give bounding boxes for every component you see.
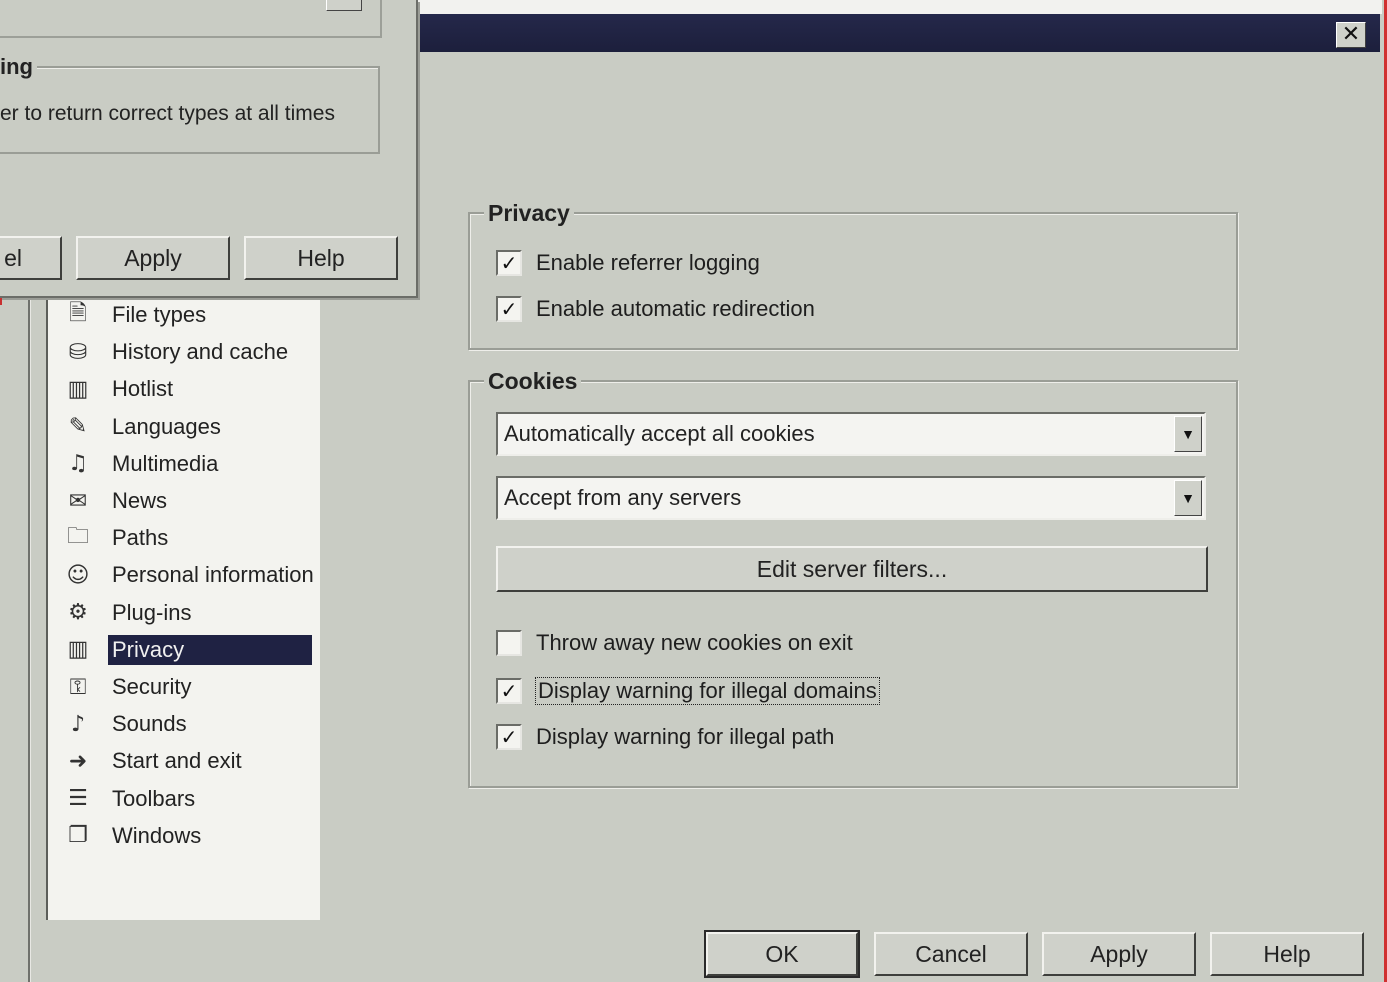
background-group-text: er to return correct types at all times: [0, 102, 335, 125]
throw-away-cookies-label[interactable]: Throw away new cookies on exit: [536, 630, 853, 656]
category-label: News: [112, 488, 168, 513]
privacy-group: Privacy ✓ Enable referrer logging ✓ Enab…: [468, 200, 1238, 350]
warn-illegal-domains-checkbox[interactable]: ✓: [496, 678, 522, 704]
warn-illegal-path-checkbox[interactable]: ✓: [496, 724, 522, 750]
start-exit-icon: ➜: [68, 748, 88, 774]
category-label: Windows: [112, 822, 202, 848]
category-item-paths[interactable]: 🗀 Paths: [62, 521, 172, 555]
cookie-accept-value: Automatically accept all cookies: [504, 421, 815, 446]
close-icon: ✕: [1341, 22, 1361, 47]
warn-illegal-domains-option[interactable]: ✓ Display warning for illegal domains: [496, 677, 880, 705]
throw-away-cookies-option[interactable]: Throw away new cookies on exit: [496, 630, 853, 656]
help-button[interactable]: Help: [1210, 932, 1364, 976]
category-item-personal-information[interactable]: ☺ Personal information: [62, 558, 318, 592]
edit-server-filters-button[interactable]: Edit server filters...: [496, 546, 1208, 592]
category-item-hotlist[interactable]: ▥ Hotlist: [62, 372, 177, 406]
category-item-toolbars[interactable]: ☰ Toolbars: [62, 782, 199, 816]
privacy-group-title: Privacy: [484, 200, 574, 227]
category-label: History and cache: [112, 339, 289, 365]
background-dialog: ing er to return correct types at all ti…: [0, 0, 418, 298]
background-group-title: ing: [0, 54, 37, 80]
warn-illegal-path-option[interactable]: ✓ Display warning for illegal path: [496, 724, 834, 750]
category-item-privacy[interactable]: ▥ Privacy: [62, 633, 312, 667]
cookies-group-title: Cookies: [484, 368, 582, 395]
chevron-down-icon[interactable]: ▼: [1174, 416, 1202, 452]
news-icon: ✉: [68, 488, 88, 514]
category-label: Toolbars: [112, 785, 196, 811]
category-item-languages[interactable]: ✎ Languages: [62, 410, 225, 444]
cookie-server-dropdown[interactable]: Accept from any servers ▼: [496, 476, 1206, 520]
category-label: Multimedia: [112, 450, 219, 476]
throw-away-cookies-checkbox[interactable]: [496, 630, 522, 656]
category-label: Hotlist: [112, 376, 174, 402]
cookie-accept-dropdown[interactable]: Automatically accept all cookies ▼: [496, 412, 1206, 456]
paths-folder-icon: 🗀: [66, 524, 89, 550]
security-icon: ⚿: [69, 674, 87, 700]
category-label: Start and exit: [112, 748, 242, 774]
apply-button[interactable]: Apply: [1042, 932, 1196, 976]
category-item-file-types[interactable]: 🗎 File types: [62, 298, 210, 332]
toolbars-icon: ☰: [68, 786, 88, 812]
dialog-title-bar[interactable]: ✕: [410, 14, 1380, 52]
background-help-button[interactable]: Help: [244, 236, 398, 280]
category-item-multimedia[interactable]: ♫ Multimedia: [62, 447, 222, 481]
category-list[interactable]: 🗎 File types ⛁ History and cache ▥ Hotlist ✎ La…: [46, 290, 320, 920]
history-cache-icon: ⛁: [68, 339, 88, 365]
personal-info-icon: ☺: [66, 562, 90, 588]
languages-icon: ✎: [68, 414, 88, 440]
title-strip: [410, 0, 1382, 14]
chevron-down-icon[interactable]: [326, 0, 362, 11]
category-label: Plug-ins: [112, 599, 192, 625]
category-item-windows[interactable]: ❐ Windows: [62, 819, 205, 853]
sounds-icon: ♪: [70, 711, 86, 737]
windows-icon: ❐: [68, 823, 88, 849]
cookies-group: Cookies Automatically accept all cookies…: [468, 368, 1238, 788]
cancel-button[interactable]: Cancel: [874, 932, 1028, 976]
category-label: Languages: [112, 413, 221, 439]
category-item-plug-ins[interactable]: ⚙ Plug-ins: [62, 596, 195, 630]
referrer-logging-checkbox[interactable]: ✓: [496, 250, 522, 276]
background-combo[interactable]: [0, 0, 382, 38]
category-item-history-and-cache[interactable]: ⛁ History and cache: [62, 335, 292, 369]
close-button[interactable]: ✕: [1336, 22, 1366, 48]
category-label: Paths: [112, 525, 169, 551]
warn-illegal-domains-label[interactable]: Display warning for illegal domains: [535, 677, 880, 705]
background-apply-button[interactable]: Apply: [76, 236, 230, 280]
category-item-sounds[interactable]: ♪ Sounds: [62, 707, 191, 741]
category-item-news[interactable]: ✉ News: [62, 484, 171, 518]
category-item-security[interactable]: ⚿ Security: [62, 670, 195, 704]
file-types-icon: 🗎: [69, 301, 87, 326]
plugins-icon: ⚙: [68, 600, 88, 626]
category-label: Sounds: [112, 711, 187, 737]
category-label: Security: [112, 674, 192, 699]
hotlist-icon: ▥: [67, 376, 89, 402]
category-label: Privacy: [108, 634, 312, 665]
category-label: Personal information: [112, 562, 314, 588]
referrer-logging-option[interactable]: ✓ Enable referrer logging: [496, 250, 760, 276]
automatic-redirection-label[interactable]: Enable automatic redirection: [536, 296, 815, 322]
automatic-redirection-option[interactable]: ✓ Enable automatic redirection: [496, 296, 815, 322]
referrer-logging-label[interactable]: Enable referrer logging: [536, 250, 760, 276]
chevron-down-icon[interactable]: ▼: [1174, 480, 1202, 516]
privacy-icon: ▥: [67, 637, 89, 663]
ok-button[interactable]: OK: [704, 930, 860, 978]
automatic-redirection-checkbox[interactable]: ✓: [496, 296, 522, 322]
multimedia-icon: ♫: [68, 451, 88, 477]
warn-illegal-path-label[interactable]: Display warning for illegal path: [536, 724, 834, 750]
cookie-server-value: Accept from any servers: [504, 485, 742, 510]
category-item-start-and-exit[interactable]: ➜ Start and exit: [62, 744, 246, 778]
category-label: File types: [112, 302, 207, 327]
background-cancel-button[interactable]: el: [0, 236, 62, 280]
